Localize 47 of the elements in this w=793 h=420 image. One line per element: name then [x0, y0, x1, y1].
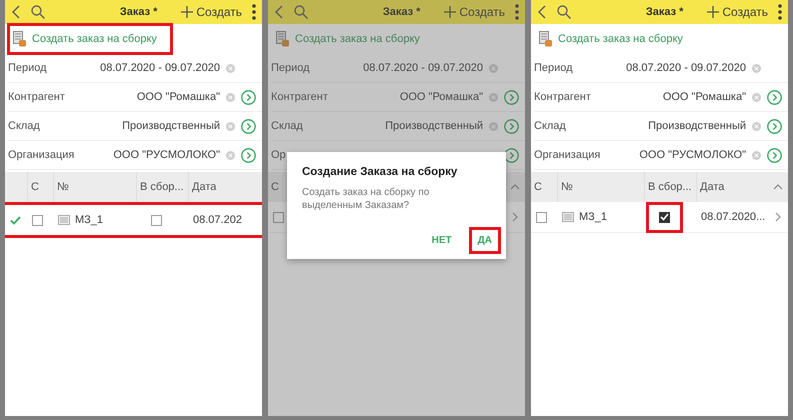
dialog-message: Создать заказ на сборку по выделенным Заказам? — [302, 186, 430, 212]
field-label: Период — [8, 62, 47, 74]
field-label: Период — [534, 62, 573, 74]
create-assembly-order-button[interactable]: Создать заказ на сборку — [535, 25, 687, 53]
field-label: Организация — [534, 149, 600, 161]
field-value[interactable]: ООО "Ромашка" — [400, 91, 483, 103]
dialog-title: Создание Заказа на сборку — [302, 166, 458, 178]
highlighted-row[interactable]: МЗ_1 08.07.202 — [5, 202, 262, 238]
field-value[interactable]: 08.07.2020 - 09.07.2020 — [100, 62, 220, 74]
create-button[interactable]: Создать — [707, 5, 768, 19]
column-header[interactable]: В сбор... — [648, 181, 692, 193]
column-header[interactable]: № — [57, 181, 69, 193]
order-date: 08.07.2020... — [701, 211, 766, 223]
column-header[interactable]: Дата — [700, 181, 724, 193]
field-value[interactable]: Производственный — [648, 120, 746, 132]
field-label: Склад — [534, 120, 566, 132]
create-button[interactable]: Создать — [181, 5, 242, 19]
field-value[interactable]: 08.07.2020 - 09.07.2020 — [363, 62, 483, 74]
column-header[interactable]: В сбор... — [140, 181, 184, 193]
field-label: Склад — [271, 120, 303, 132]
field-label: Ор — [271, 149, 286, 161]
column-header[interactable]: С — [31, 181, 39, 193]
field-value[interactable]: ООО "РУСМОЛОКО" — [113, 149, 220, 161]
field-value[interactable]: ООО "Ромашка" — [662, 91, 746, 103]
field-label: Период — [271, 62, 310, 74]
order-number: МЗ_1 — [579, 211, 608, 223]
column-header[interactable]: Дата — [192, 181, 216, 193]
create-button[interactable]: Создать — [444, 5, 505, 19]
field-value[interactable]: ООО "РУСМОЛОКО" — [639, 149, 746, 161]
field-label: Склад — [8, 120, 40, 132]
field-value[interactable]: Производственный — [122, 120, 220, 132]
field-label: Контрагент — [534, 91, 591, 103]
field-value[interactable]: ООО "Ромашка" — [136, 91, 220, 103]
page-title: Заказ * — [120, 6, 158, 18]
create-assembly-order-button[interactable]: Создать заказ на сборку — [9, 25, 171, 53]
column-header[interactable]: С — [534, 181, 542, 193]
page-title: Заказ * — [382, 6, 420, 18]
column-header[interactable]: № — [561, 181, 573, 193]
order-number: МЗ_1 — [75, 214, 104, 226]
field-label: Организация — [8, 149, 74, 161]
column-header[interactable]: С — [271, 181, 279, 193]
field-label: Контрагент — [271, 91, 328, 103]
field-value[interactable]: 08.07.2020 - 09.07.2020 — [626, 62, 746, 74]
order-date: 08.07.202 — [193, 214, 242, 226]
page-title: Заказ * — [646, 6, 684, 18]
field-value[interactable]: Производственный — [385, 120, 483, 132]
field-label: Контрагент — [8, 91, 65, 103]
